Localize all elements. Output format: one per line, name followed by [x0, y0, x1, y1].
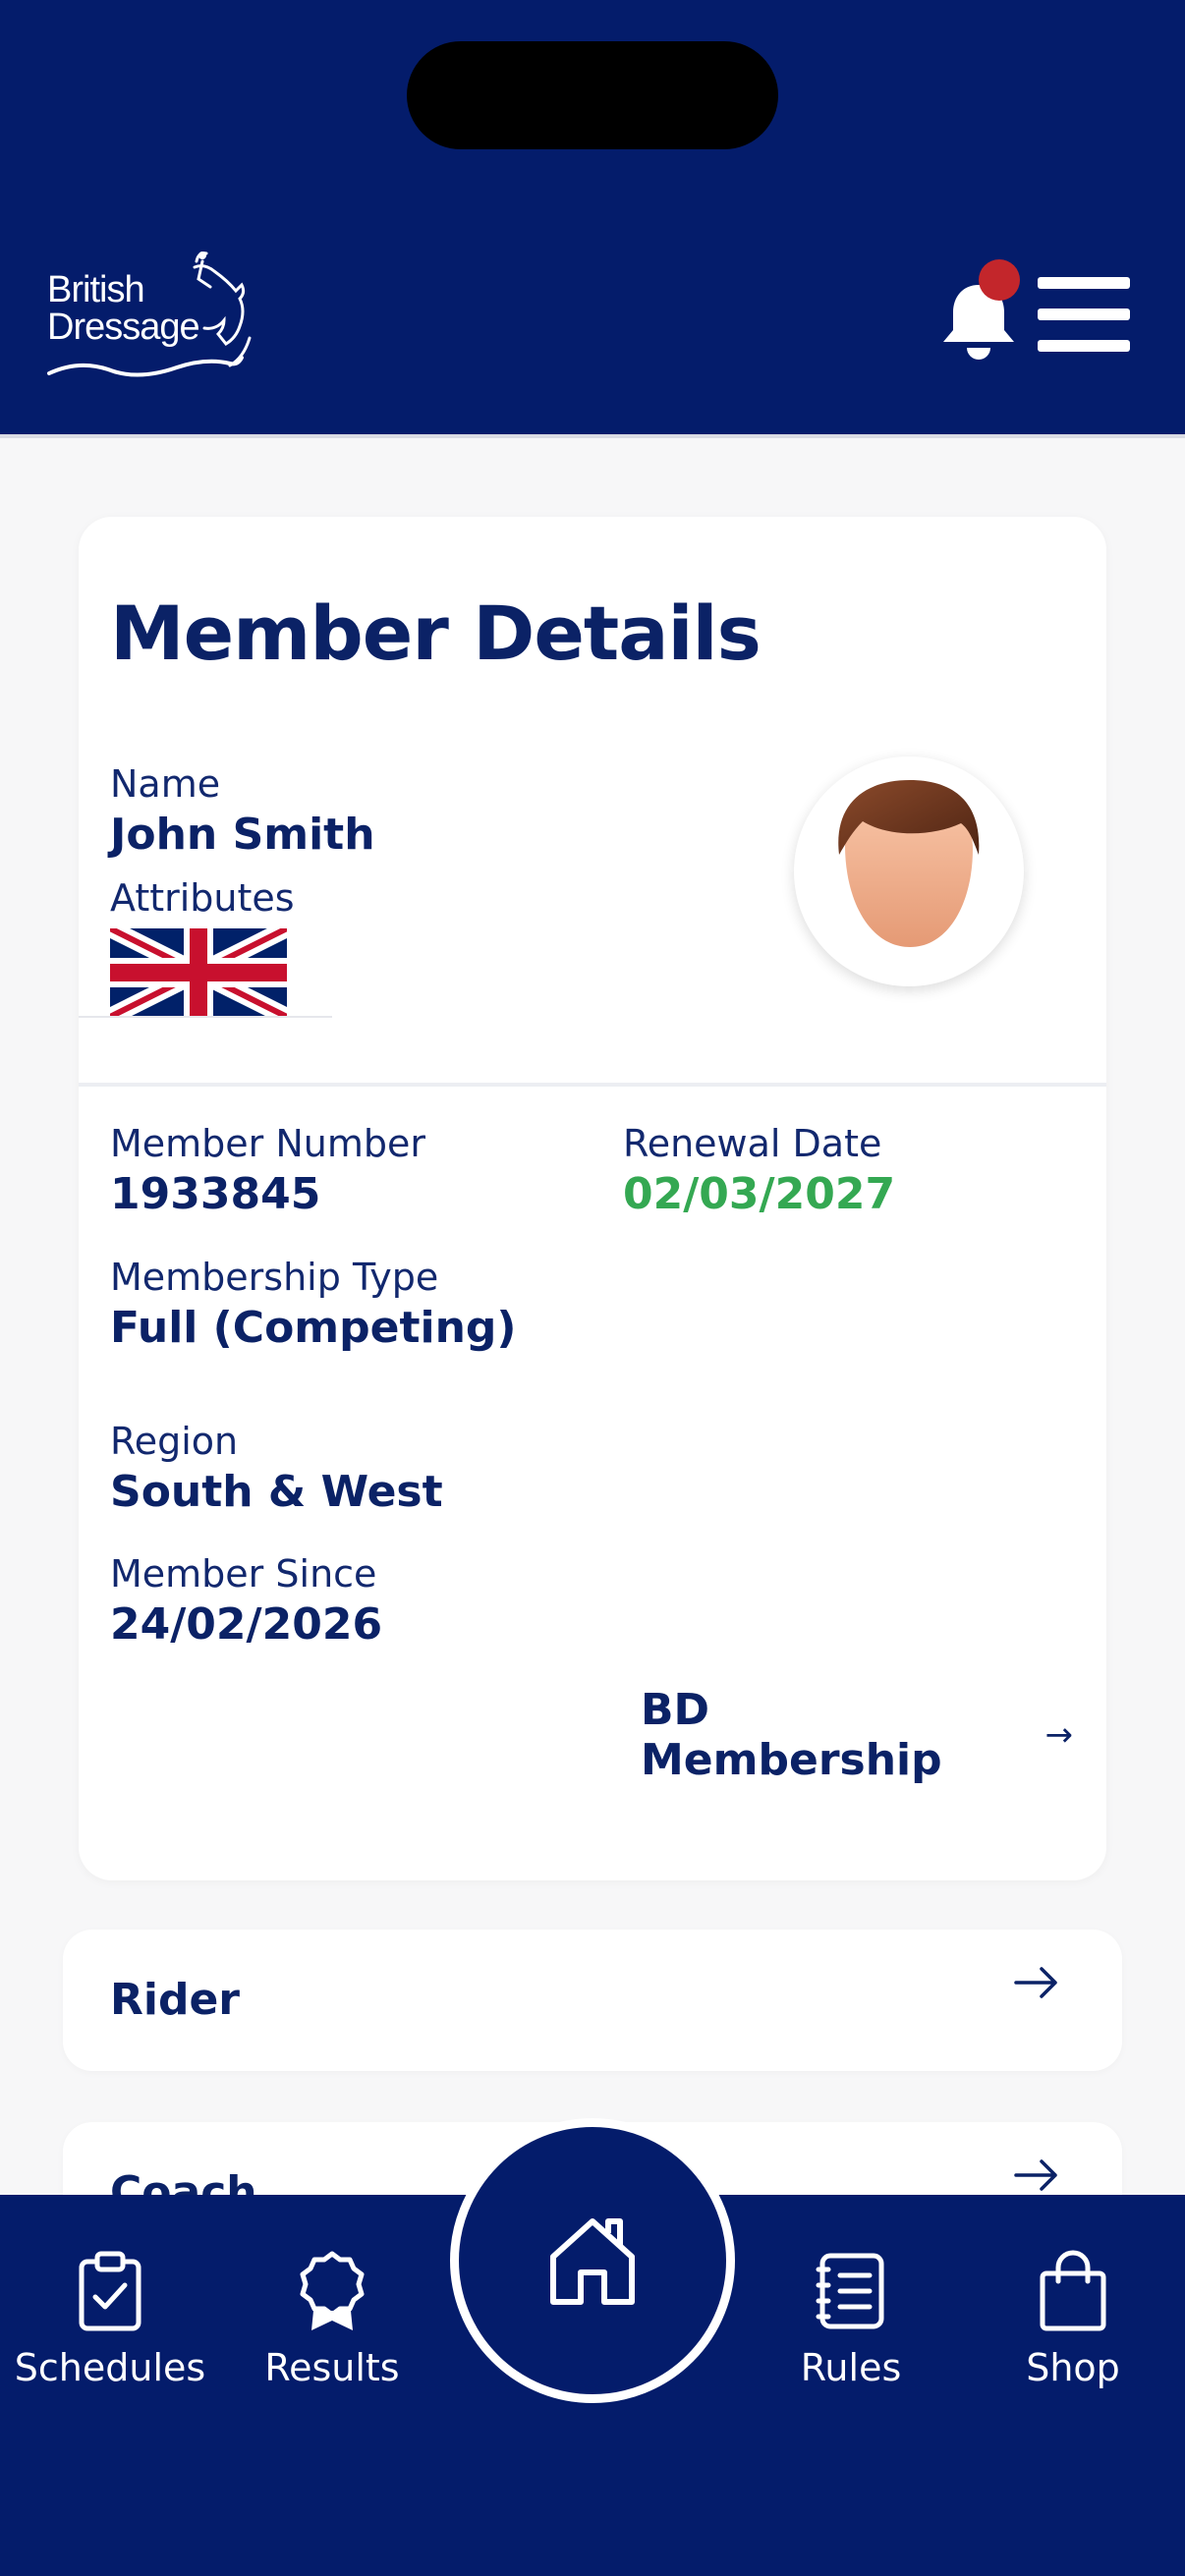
nav-label-schedules: Schedules [14, 2346, 206, 2389]
arrow-right-icon: → [1044, 1715, 1074, 1755]
dynamic-island [407, 41, 778, 149]
member-number-label: Member Number [110, 1122, 426, 1165]
arrow-right-icon [1014, 1967, 1057, 1998]
avatar[interactable] [794, 756, 1024, 986]
region-value: South & West [110, 1467, 443, 1517]
logo-text-british: British [47, 269, 145, 310]
nav-label-rules: Rules [800, 2346, 902, 2389]
page-title: Member Details [110, 589, 762, 677]
section-row-rider[interactable]: Rider [63, 1930, 1122, 2071]
name-label: Name [110, 762, 221, 806]
section-label: Rider [110, 1975, 240, 2025]
member-since-label: Member Since [110, 1552, 377, 1596]
nav-item-rules[interactable]: Rules [743, 2250, 959, 2417]
logo-text-dressage: Dressage [47, 307, 200, 348]
membership-type-label: Membership Type [110, 1256, 439, 1299]
renewal-date-label: Renewal Date [623, 1122, 882, 1165]
attributes-divider [79, 1016, 332, 1018]
card-divider [79, 1083, 1106, 1087]
home-icon [550, 2218, 635, 2305]
nav-item-results[interactable]: Results [224, 2250, 440, 2417]
bd-membership-label: BD Membership [641, 1685, 942, 1785]
nav-item-home[interactable] [450, 2118, 735, 2403]
arrow-right-icon [1014, 2159, 1057, 2191]
clipboard-check-icon [79, 2251, 141, 2331]
nav-label-results: Results [264, 2346, 400, 2389]
rulebook-icon [816, 2253, 884, 2329]
rosette-icon [300, 2251, 365, 2330]
renewal-date: 02/03/2027 [623, 1169, 896, 1219]
notification-badge [979, 259, 1020, 301]
member-number: 1933845 [110, 1169, 321, 1219]
member-since: 24/02/2026 [110, 1599, 383, 1650]
membership-type: Full (Competing) [110, 1303, 517, 1353]
user-avatar-icon [838, 780, 980, 947]
nav-label-shop: Shop [1026, 2346, 1120, 2389]
member-details-screen: British Dressage Member Details Name Joh… [0, 0, 1185, 2576]
hamburger-menu-icon[interactable] [1038, 275, 1130, 354]
header-divider [0, 434, 1185, 438]
uk-flag-icon [110, 928, 287, 1017]
nav-item-schedules[interactable]: Schedules [2, 2250, 218, 2417]
region-label: Region [110, 1420, 239, 1463]
nav-item-shop[interactable]: Shop [965, 2250, 1181, 2417]
bd-membership-link[interactable]: BD Membership → [641, 1685, 1074, 1785]
attributes-label: Attributes [110, 876, 295, 920]
shopping-bag-icon [1040, 2250, 1106, 2331]
british-dressage-logo[interactable]: British Dressage [47, 248, 273, 385]
member-name: John Smith [110, 810, 375, 860]
